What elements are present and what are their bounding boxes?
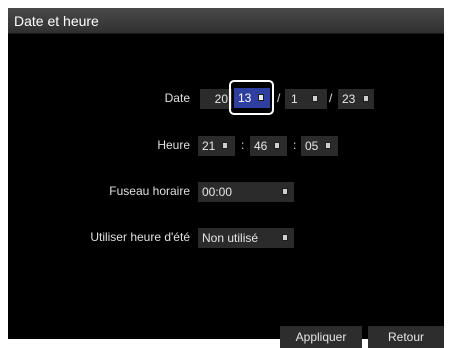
title-bar: Date et heure xyxy=(8,8,444,34)
back-button[interactable]: Retour xyxy=(368,326,444,348)
timezone-select[interactable]: 00:00 xyxy=(198,182,294,202)
timezone-label: Fuseau horaire xyxy=(109,184,190,198)
hour-field[interactable]: 21 xyxy=(198,136,235,156)
dst-label: Utiliser heure d'été xyxy=(90,230,190,244)
spin-arrow-icon[interactable] xyxy=(325,142,331,149)
spin-arrow-icon[interactable] xyxy=(363,95,369,102)
window-title: Date et heure xyxy=(14,13,99,29)
year-field[interactable]: 13 xyxy=(234,88,270,108)
dst-select[interactable]: Non utilisé xyxy=(198,228,294,248)
apply-button[interactable]: Appliquer xyxy=(280,326,362,348)
date-label: Date xyxy=(164,91,190,105)
spin-arrow-icon[interactable] xyxy=(312,95,318,102)
spin-arrow-icon[interactable] xyxy=(274,142,280,149)
date-time-dialog: Date et heure Date 20 13 / 1 / 23 Heure … xyxy=(8,8,444,348)
date-separator: / xyxy=(277,91,281,105)
date-separator: / xyxy=(329,91,333,105)
time-separator: : xyxy=(293,138,297,152)
time-separator: : xyxy=(241,138,245,152)
month-field[interactable]: 1 xyxy=(285,89,327,109)
minute-field[interactable]: 46 xyxy=(250,136,287,156)
time-label: Heure xyxy=(157,138,190,152)
dropdown-icon[interactable] xyxy=(282,234,288,241)
dropdown-icon[interactable] xyxy=(282,188,288,195)
second-field[interactable]: 05 xyxy=(301,136,338,156)
spin-arrow-icon[interactable] xyxy=(222,142,228,149)
year-century-field: 20 xyxy=(200,89,232,109)
spin-arrow-icon[interactable] xyxy=(258,94,264,101)
day-field[interactable]: 23 xyxy=(338,89,374,109)
